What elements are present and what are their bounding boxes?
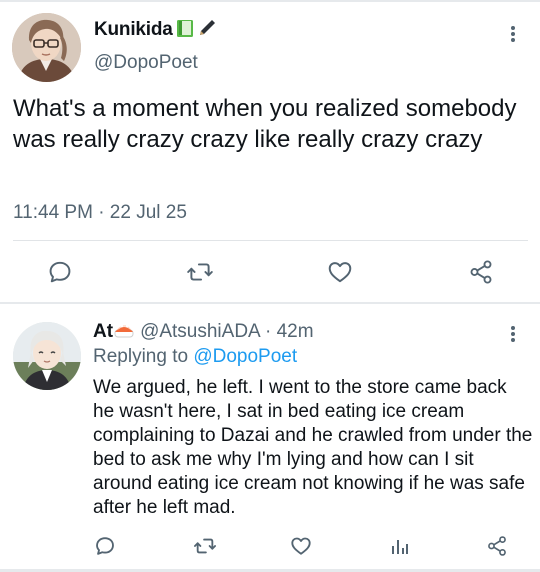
reply-share-icon[interactable] <box>482 531 512 561</box>
reply-avatar[interactable] <box>13 322 81 390</box>
tweet-text: What's a moment when you realized somebo… <box>13 95 517 153</box>
section-divider <box>0 302 540 304</box>
divider <box>13 240 528 241</box>
reply-analytics-icon[interactable] <box>384 531 414 561</box>
top-divider <box>0 0 540 2</box>
pen-emoji <box>197 18 217 44</box>
reply-icon[interactable] <box>45 257 75 287</box>
display-name[interactable]: Kunikida <box>94 18 217 44</box>
sushi-emoji <box>113 321 135 345</box>
reply-text: We argued, he left. I went to the store … <box>93 377 533 518</box>
reply-reply-icon[interactable] <box>90 531 120 561</box>
tweet-timestamp[interactable]: 11:44 PM · 22 Jul 25 <box>13 202 187 224</box>
user-handle[interactable]: @DopoPoet <box>94 52 198 74</box>
avatar[interactable] <box>12 13 81 82</box>
reply-retweet-icon[interactable] <box>190 531 220 561</box>
more-options-icon[interactable] <box>503 24 523 48</box>
reply-header: At @AtsushiADA · 42m <box>93 321 314 345</box>
reply-more-options-icon[interactable] <box>503 324 523 348</box>
replying-to-handle[interactable]: @DopoPoet <box>193 346 297 367</box>
replying-to: Replying to @DopoPoet <box>93 346 298 367</box>
green-book-emoji <box>175 18 195 44</box>
reply-like-icon[interactable] <box>286 531 316 561</box>
share-icon[interactable] <box>466 257 496 287</box>
retweet-icon[interactable] <box>185 257 215 287</box>
like-icon[interactable] <box>325 257 355 287</box>
reply-handle[interactable]: @AtsushiADA <box>140 321 260 342</box>
reply-age: · 42m <box>264 321 314 342</box>
reply-display-name[interactable]: At <box>93 321 113 342</box>
